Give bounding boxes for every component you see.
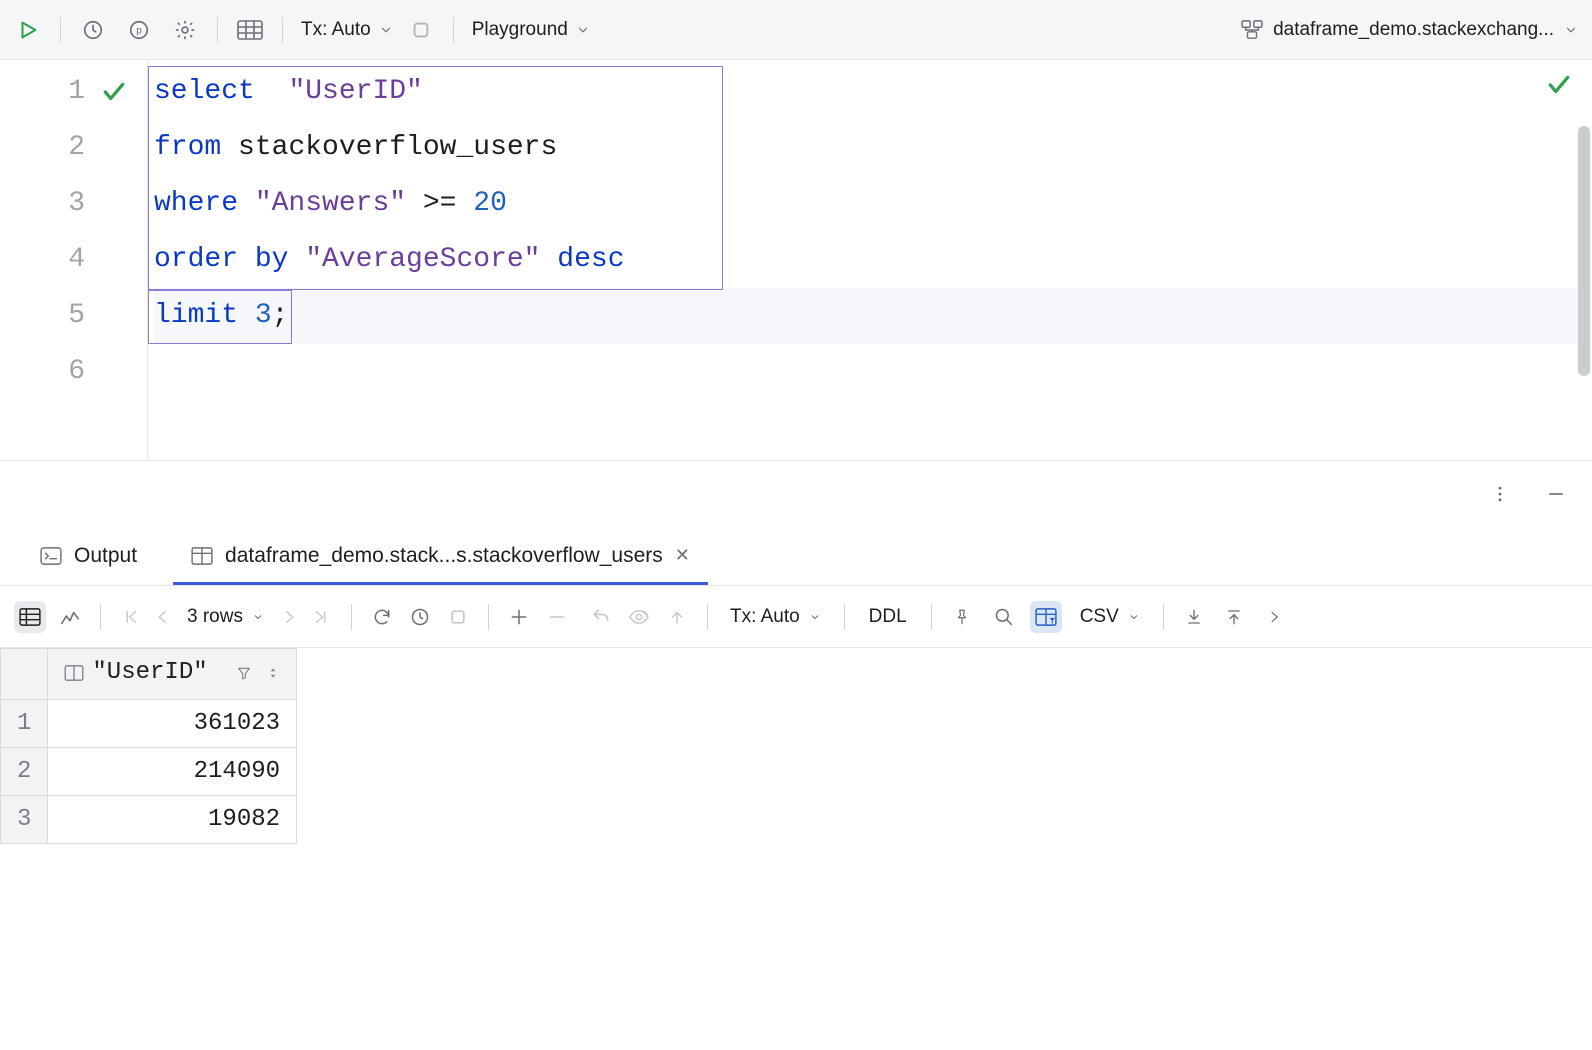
svg-text:p: p <box>136 25 142 36</box>
playground-label: Playground <box>472 19 568 41</box>
next-page-button[interactable] <box>273 601 305 633</box>
more-options-button[interactable] <box>1486 480 1514 508</box>
result-grid[interactable]: "UserID" 1 361023 <box>0 648 1592 1050</box>
stop-button[interactable] <box>407 16 435 44</box>
submit-button[interactable] <box>661 601 693 633</box>
corner-cell <box>1 649 48 700</box>
settings-button[interactable] <box>171 16 199 44</box>
sort-icon[interactable] <box>266 665 280 681</box>
line-number: 2 <box>59 120 85 176</box>
playground-dropdown[interactable]: Playground <box>472 19 590 41</box>
row-number: 1 <box>1 699 48 747</box>
chevron-down-icon <box>1127 610 1141 624</box>
data-editor-button[interactable] <box>236 16 264 44</box>
filter-icon[interactable] <box>236 665 252 681</box>
separator <box>60 17 61 43</box>
column-name: "UserID" <box>92 659 207 686</box>
panel-header <box>0 460 1592 526</box>
line-number: 5 <box>59 288 85 344</box>
chart-view-button[interactable] <box>54 601 86 633</box>
scrollbar-thumb[interactable] <box>1578 126 1590 376</box>
column-layout-icon <box>64 665 84 681</box>
run-marker-icon[interactable] <box>99 79 129 105</box>
chevron-down-icon <box>576 23 590 37</box>
chevron-down-icon <box>1564 23 1578 37</box>
minimize-button[interactable] <box>1542 480 1570 508</box>
explain-plan-button[interactable]: p <box>125 16 153 44</box>
separator <box>453 17 454 43</box>
search-button[interactable] <box>988 601 1020 633</box>
rows-count-dropdown[interactable]: 3 rows <box>179 606 273 628</box>
row-number: 2 <box>1 747 48 795</box>
last-page-button[interactable] <box>305 601 337 633</box>
session-dropdown[interactable]: dataframe_demo.stackexchang... <box>1241 19 1578 41</box>
tab-label: Output <box>74 544 137 568</box>
close-tab-button[interactable]: ✕ <box>675 545 690 566</box>
cancel-query-button[interactable] <box>442 601 474 633</box>
column-header-userid[interactable]: "UserID" <box>48 649 297 700</box>
export-format-dropdown[interactable]: CSV <box>1072 606 1149 628</box>
row-number: 3 <box>1 795 48 843</box>
sql-editor[interactable]: 1 2 3 4 5 6 select "UserID" from stackov… <box>0 60 1592 460</box>
tab-output[interactable]: Output <box>22 529 155 585</box>
pin-button[interactable] <box>946 601 978 633</box>
ddl-button[interactable]: DDL <box>859 606 917 628</box>
separator <box>282 17 283 43</box>
revert-button[interactable] <box>585 601 617 633</box>
delete-row-button[interactable] <box>541 601 573 633</box>
reload-button[interactable] <box>366 601 398 633</box>
terminal-icon <box>40 547 62 565</box>
table-row[interactable]: 3 19082 <box>1 795 297 843</box>
result-tabs: Output dataframe_demo.stack...s.stackove… <box>0 526 1592 586</box>
session-label: dataframe_demo.stackexchang... <box>1273 19 1554 41</box>
result-toolbar: 3 rows Tx: Auto DDL <box>0 586 1592 648</box>
table-row[interactable]: 1 361023 <box>1 699 297 747</box>
result-tx-label: Tx: Auto <box>730 606 800 628</box>
chevron-down-icon <box>379 23 393 37</box>
tab-label: dataframe_demo.stack...s.stackoverflow_u… <box>225 544 663 568</box>
download-button[interactable] <box>1178 601 1210 633</box>
table-icon <box>191 547 213 565</box>
tab-dataframe[interactable]: dataframe_demo.stack...s.stackoverflow_u… <box>173 529 708 585</box>
separator <box>217 17 218 43</box>
rows-count-label: 3 rows <box>187 606 243 628</box>
table-row[interactable]: 2 214090 <box>1 747 297 795</box>
chevron-down-icon <box>251 610 265 624</box>
expand-button[interactable] <box>1258 601 1290 633</box>
line-number: 6 <box>59 344 85 400</box>
first-page-button[interactable] <box>115 601 147 633</box>
run-button[interactable] <box>14 16 42 44</box>
result-tx-dropdown[interactable]: Tx: Auto <box>722 606 830 628</box>
editor-toolbar: p Tx: Auto Playground dataframe_demo. <box>0 0 1592 60</box>
tx-mode-label: Tx: Auto <box>301 19 371 41</box>
filter-button[interactable] <box>1030 601 1062 633</box>
schedule-button[interactable] <box>404 601 436 633</box>
session-icon <box>1241 20 1263 40</box>
upload-button[interactable] <box>1218 601 1250 633</box>
prev-page-button[interactable] <box>147 601 179 633</box>
table-view-button[interactable] <box>14 601 46 633</box>
history-button[interactable] <box>79 16 107 44</box>
analysis-ok-icon[interactable] <box>1546 72 1572 98</box>
tx-mode-dropdown[interactable]: Tx: Auto <box>301 19 393 41</box>
cell-userid[interactable]: 361023 <box>48 699 297 747</box>
add-row-button[interactable] <box>503 601 535 633</box>
gutter: 1 2 3 4 5 6 <box>0 60 148 460</box>
preview-changes-button[interactable] <box>623 601 655 633</box>
line-number: 1 <box>59 64 85 120</box>
line-number: 4 <box>59 232 85 288</box>
code-pane[interactable]: select "UserID" from stackoverflow_users… <box>148 60 1592 460</box>
cell-userid[interactable]: 19082 <box>48 795 297 843</box>
cell-userid[interactable]: 214090 <box>48 747 297 795</box>
export-format-label: CSV <box>1080 606 1119 628</box>
line-number: 3 <box>59 176 85 232</box>
chevron-down-icon <box>808 610 822 624</box>
